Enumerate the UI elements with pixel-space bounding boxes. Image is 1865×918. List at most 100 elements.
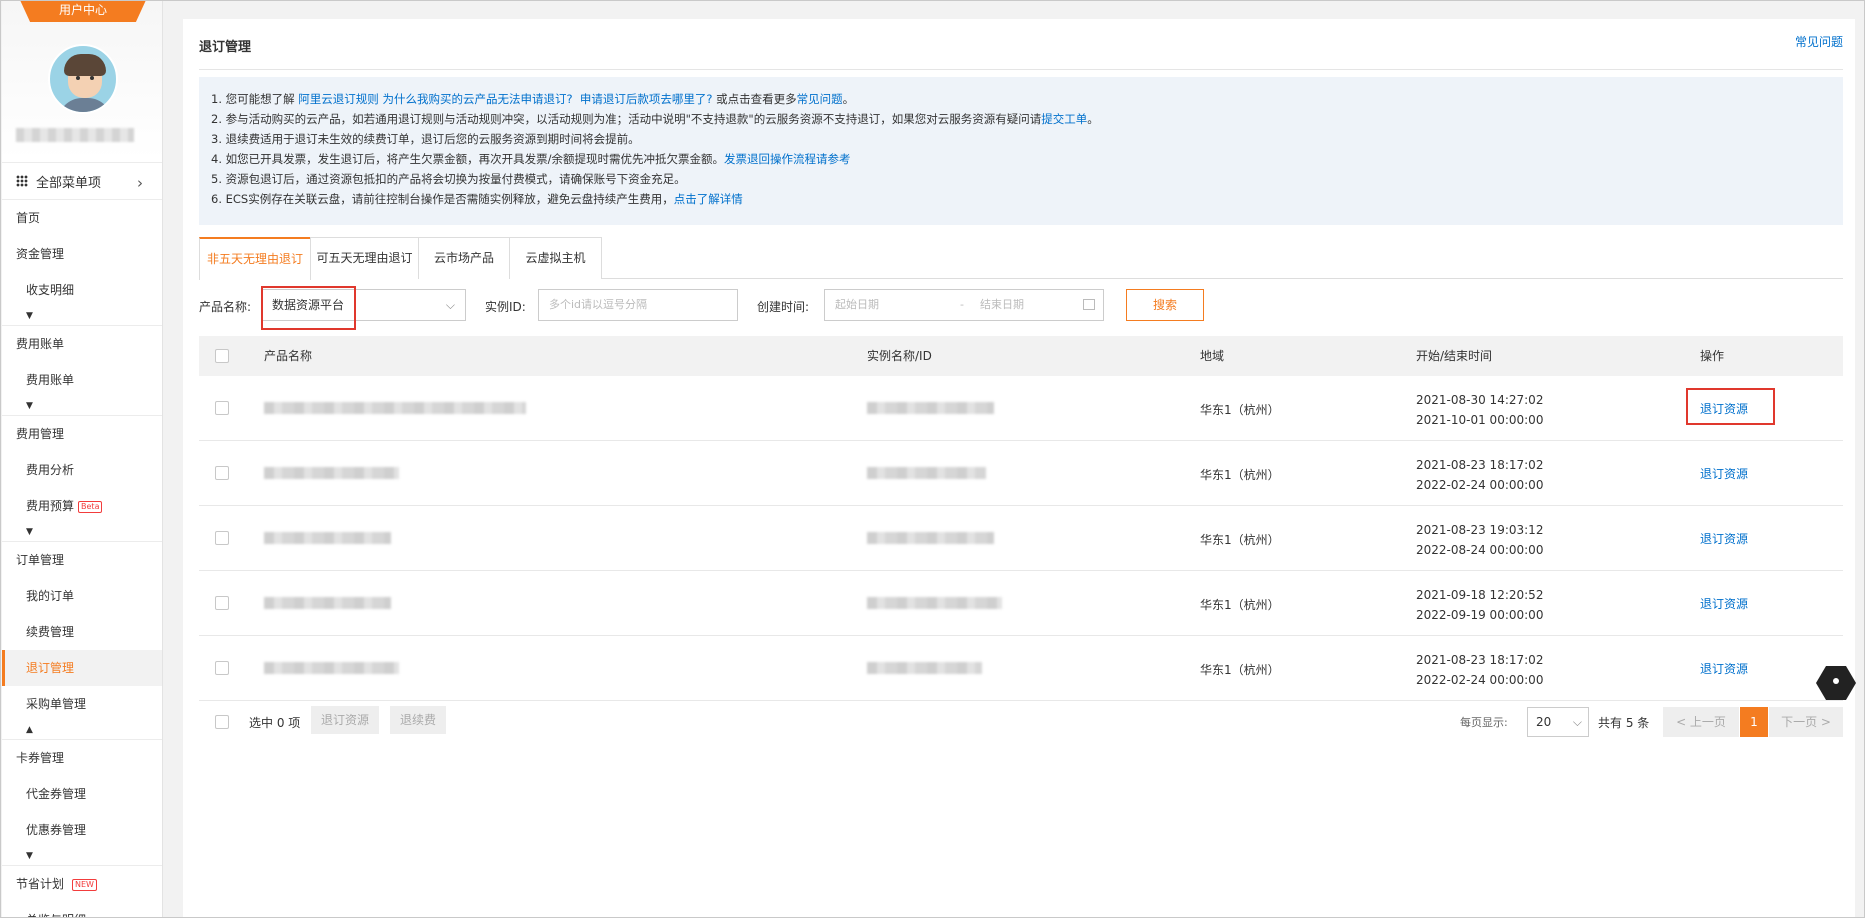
notice-text: 6. ECS实例存在关联云盘，请前往控制台操作是否需随实例释放，避免云盘持续产生… <box>211 192 674 206</box>
page-size-select[interactable]: 20 ⌵ <box>1527 707 1589 737</box>
row-checkbox[interactable] <box>215 596 229 610</box>
product-name-redacted <box>264 402 526 414</box>
unsubscribe-link[interactable]: 退订资源 <box>1700 530 1748 547</box>
tab-virtual-host[interactable]: 云虚拟主机 <box>509 237 602 279</box>
bulk-unrenew-button[interactable]: 退续费 <box>390 706 447 734</box>
user-center-tab[interactable]: 用户中心 <box>20 0 146 22</box>
sidebar-item-budget[interactable]: 费用预算 Beta <box>2 488 162 524</box>
avatar[interactable] <box>48 44 118 114</box>
instance-id-label: 实例ID: <box>485 300 526 314</box>
table-header: 产品名称 实例名称/ID 地域 开始/结束时间 操作 <box>199 336 1843 376</box>
sidebar-item-funds[interactable]: 资金管理 <box>2 236 162 272</box>
unsubscribe-link[interactable]: 退订资源 <box>1700 595 1748 612</box>
notice-line-2: 2. 参与活动购买的云产品，如若通用退订规则与活动规则冲突，以活动规则为准；活动… <box>211 109 1843 129</box>
instance-name-redacted <box>867 597 1002 609</box>
unsubscribe-link[interactable]: 退订资源 <box>1700 465 1748 482</box>
faq-link[interactable]: 常见问题 <box>1795 33 1843 50</box>
tab-five-day[interactable]: 可五天无理由退订 <box>310 237 419 279</box>
bulk-unsubscribe-button[interactable]: 退订资源 <box>311 706 380 734</box>
sidebar-item-renewals[interactable]: 续费管理 <box>2 614 162 650</box>
sidebar-item-vouchers[interactable]: 代金券管理 <box>2 776 162 812</box>
page-title: 退订管理 <box>199 40 252 55</box>
prev-page-button[interactable]: < 上一页 <box>1663 707 1739 737</box>
search-button[interactable]: 搜索 <box>1126 289 1204 321</box>
created-time-label: 创建时间: <box>757 300 810 314</box>
sidebar-item-home[interactable]: 首页 <box>2 200 162 236</box>
time-range: 2021-08-23 19:03:12 2022-08-24 00:00:00 <box>1416 520 1543 560</box>
chevron-right-icon: › <box>137 174 143 192</box>
region: 华东1（杭州） <box>1200 533 1280 547</box>
why-cannot-refund-link[interactable]: 为什么我购买的云产品无法申请退订? <box>382 92 572 106</box>
start-time: 2021-09-18 12:20:52 <box>1416 588 1544 602</box>
sidebar-item-transactions[interactable]: 收支明细 <box>2 272 162 308</box>
column-header: 开始/结束时间 <box>1416 349 1493 363</box>
end-time: 2022-02-24 00:00:00 <box>1416 673 1544 687</box>
region: 华东1（杭州） <box>1200 468 1280 482</box>
unsubscribe-link[interactable]: 退订资源 <box>1700 660 1748 677</box>
product-name-redacted <box>264 532 391 544</box>
highlight-box <box>261 286 356 330</box>
instance-name-redacted <box>867 532 994 544</box>
notice-text: 。 <box>842 92 855 106</box>
total-count: 共有 5 条 <box>1598 716 1650 730</box>
user-name-redacted <box>16 128 134 142</box>
time-range: 2021-08-23 18:17:02 2022-02-24 00:00:00 <box>1416 650 1543 690</box>
sidebar-item-cost-analysis[interactable]: 费用分析 <box>2 452 162 488</box>
highlight-box <box>1686 388 1775 425</box>
collapse-toggle[interactable]: ▲ <box>2 722 162 740</box>
sidebar-item-discount-coupons[interactable]: 优惠券管理 <box>2 812 162 848</box>
notice-line-4: 4. 如您已开具发票，发生退订后，将产生欠票金额，再次开具发票/余额提现时需优先… <box>211 149 1843 169</box>
region: 华东1（杭州） <box>1200 403 1280 417</box>
end-date-input[interactable]: 结束日期 <box>980 290 1024 320</box>
collapse-toggle[interactable]: ▼ <box>2 308 162 326</box>
row-checkbox[interactable] <box>215 661 229 675</box>
sidebar-item-overview[interactable]: 总览与明细 <box>2 902 162 918</box>
sidebar-item-savings-plan[interactable]: 节省计划 NEW <box>2 866 162 902</box>
sidebar-item-my-orders[interactable]: 我的订单 <box>2 578 162 614</box>
sidebar-item-unsubscribe[interactable]: 退订管理 <box>2 650 162 686</box>
next-page-button[interactable]: 下一页 > <box>1769 707 1843 737</box>
refund-destination-link[interactable]: 申请退订后款项去哪里了? <box>580 92 713 106</box>
all-menu-button[interactable]: 全部菜单项 › <box>2 162 162 200</box>
start-date-input[interactable]: 起始日期 <box>835 290 879 320</box>
tab-marketplace[interactable]: 云市场产品 <box>418 237 510 279</box>
submit-ticket-link[interactable]: 提交工单 <box>1041 112 1087 126</box>
instance-name-redacted <box>867 467 986 479</box>
end-time: 2021-10-01 00:00:00 <box>1416 413 1544 427</box>
row-checkbox[interactable] <box>215 531 229 545</box>
sidebar-item-bills-sub[interactable]: 费用账单 <box>2 362 162 398</box>
product-name-label: 产品名称: <box>199 300 252 314</box>
select-all-checkbox-footer[interactable] <box>215 715 229 729</box>
instance-id-input[interactable]: 多个id请以逗号分隔 <box>538 289 738 321</box>
caret-down-icon: ▼ <box>26 527 33 537</box>
divider <box>199 69 1843 70</box>
learn-more-link[interactable]: 点击了解详情 <box>674 192 743 206</box>
current-page[interactable]: 1 <box>1740 707 1768 737</box>
sidebar-item-cost-management[interactable]: 费用管理 <box>2 416 162 452</box>
product-name-redacted <box>264 597 391 609</box>
date-range-picker[interactable]: 起始日期 - 结束日期 <box>824 289 1104 321</box>
tab-non-five-day[interactable]: 非五天无理由退订 <box>199 237 311 280</box>
caret-down-icon: ▼ <box>26 311 33 321</box>
refund-table: 产品名称 实例名称/ID 地域 开始/结束时间 操作 华东1（杭州） 2021-… <box>199 336 1843 701</box>
collapse-toggle[interactable]: ▼ <box>2 398 162 416</box>
main-panel: 退订管理 常见问题 1. 您可能想了解 阿里云退订规则 为什么我购买的云产品无法… <box>183 19 1855 918</box>
faq-inline-link[interactable]: 常见问题 <box>797 92 843 106</box>
refund-rules-link[interactable]: 阿里云退订规则 <box>298 92 379 106</box>
sidebar-item-purchase-orders[interactable]: 采购单管理 <box>2 686 162 722</box>
product-name-redacted <box>264 662 399 674</box>
caret-up-icon: ▲ <box>26 725 33 735</box>
sidebar-item-bills[interactable]: 费用账单 <box>2 326 162 362</box>
product-name-redacted <box>264 467 399 479</box>
sidebar-item-orders[interactable]: 订单管理 <box>2 542 162 578</box>
new-badge: NEW <box>72 878 97 891</box>
row-checkbox[interactable] <box>215 466 229 480</box>
row-checkbox[interactable] <box>215 401 229 415</box>
select-all-checkbox[interactable] <box>215 349 229 363</box>
region: 华东1（杭州） <box>1200 598 1280 612</box>
sidebar-item-coupons[interactable]: 卡券管理 <box>2 740 162 776</box>
invoice-return-link[interactable]: 发票退回操作流程请参考 <box>724 152 851 166</box>
column-header: 地域 <box>1200 349 1225 363</box>
collapse-toggle[interactable]: ▼ <box>2 524 162 542</box>
collapse-toggle[interactable]: ▼ <box>2 848 162 866</box>
